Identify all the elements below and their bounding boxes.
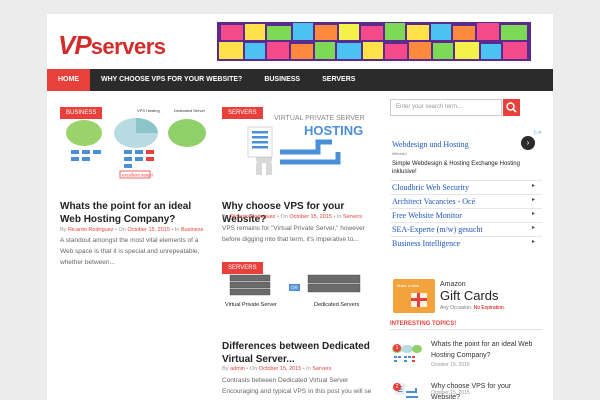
nav-home[interactable]: Home xyxy=(47,69,90,91)
post-meta: By admin • On October 15, 2015 • In Serv… xyxy=(222,366,331,372)
ad-link[interactable]: Business Intelligence ▸ xyxy=(390,236,542,250)
post-excerpt: Contrasts between Dedicated Virtual Serv… xyxy=(222,377,372,395)
meta-on: • On xyxy=(113,227,128,233)
category-link[interactable]: Business xyxy=(181,227,203,233)
topic-date: October 15, 2015 xyxy=(431,390,470,396)
post-title[interactable]: Whats the point for an ideal Web Hosting… xyxy=(60,200,210,226)
thumb-label-right: Dedicated Servers xyxy=(314,302,359,308)
topic-number-badge: 2 xyxy=(393,383,401,391)
thumb-label-line1: VIRTUAL PRIVATE SERVER xyxy=(274,115,365,122)
meta-prefix: By xyxy=(60,227,68,233)
gift-card-ad[interactable]: Make a wish Amazon Gift Cards Any Occasi… xyxy=(393,279,543,315)
search-input[interactable]: Enter your search term... xyxy=(390,99,502,116)
meta-in: • In xyxy=(169,227,181,233)
nav-business[interactable]: Business xyxy=(253,69,311,91)
topic-number-badge: 1 xyxy=(393,344,401,352)
category-badge[interactable]: Servers xyxy=(222,262,263,274)
chevron-right-icon: ▸ xyxy=(531,183,535,189)
chevron-right-icon: ▸ xyxy=(531,211,535,217)
meta-on: • On xyxy=(275,214,290,220)
gift-title: Gift Cards xyxy=(440,288,499,303)
category-link[interactable]: Servers xyxy=(343,214,362,220)
category-badge[interactable]: Business xyxy=(60,107,103,119)
ad-top: ▷✕ Webdesign und Hosting Mittwald › xyxy=(390,130,542,160)
thumb-label-line2: HOSTING xyxy=(304,123,363,138)
ad-advertiser: Mittwald xyxy=(392,151,407,156)
thumb-label-dedicated: Dedicated Server xyxy=(174,108,206,113)
page-wrapper: VPservers HOME WHY CHOOSE VPS FOR YOUR W… xyxy=(47,14,553,400)
sidebar-topic-item[interactable]: 2 Why choose VPS for your Website? Octob… xyxy=(390,378,542,400)
header-banner-image[interactable] xyxy=(217,22,531,61)
nav-servers[interactable]: Servers xyxy=(311,69,366,91)
divider xyxy=(390,329,542,330)
logo-servers: servers xyxy=(90,34,166,59)
post-card: VPS Hosting Dedicated Server excellent v… xyxy=(60,107,210,277)
sidebar-heading: INTERESTING TOPICS! xyxy=(390,321,457,327)
gift-card-image: Make a wish xyxy=(393,279,435,313)
gift-tagline: Any Occasion. No Expiration. xyxy=(440,305,505,311)
post-meta: By Ricardo Rodriguez • On October 15, 20… xyxy=(222,214,362,220)
meta-on: • On xyxy=(244,366,259,372)
gift-tag-expiration: No Expiration. xyxy=(473,305,506,311)
ad-link-label: Cloudbric Web Security xyxy=(392,183,469,192)
gift-tag-occasion: Any Occasion. xyxy=(440,305,474,311)
meta-prefix: By xyxy=(222,214,230,220)
ad-link-label: Free Website Monitor xyxy=(392,211,462,220)
author-link[interactable]: admin xyxy=(230,366,245,372)
search-icon xyxy=(506,102,517,113)
ad-link[interactable]: Architect Vacancies - Océ ▸ xyxy=(390,194,542,208)
post-card: OR Virtual Private Server Dedicated Serv… xyxy=(222,262,372,400)
ad-link[interactable]: Cloudbric Web Security ▸ xyxy=(390,180,542,194)
thumb-label-value: excellent value! xyxy=(122,173,153,178)
sidebar-topic-item[interactable]: 1 Whats the point for an ideal Web Hosti… xyxy=(390,339,542,375)
ad-headline[interactable]: Webdesign und Hosting xyxy=(392,140,469,149)
thumb-label-left: Virtual Private Server xyxy=(225,302,277,308)
chevron-right-icon: ▸ xyxy=(531,197,535,203)
post-meta: By Ricardo Rodriguez • On October 15, 20… xyxy=(60,227,203,233)
meta-in: • In xyxy=(331,214,343,220)
post-excerpt: VPS remains for "Virtual Private Server,… xyxy=(222,225,365,243)
post-excerpt: A standout amongst the most vital elemen… xyxy=(60,237,200,266)
meta-prefix: By xyxy=(222,366,230,372)
author-link[interactable]: Ricardo Rodriguez xyxy=(230,214,276,220)
site-logo[interactable]: VPservers xyxy=(58,30,166,60)
thumb-label-or: OR xyxy=(291,286,299,292)
date-link[interactable]: October 15, 2015 xyxy=(127,227,170,233)
topic-date: October 15, 2015 xyxy=(431,362,470,368)
ad-link-label: Business Intelligence xyxy=(392,239,461,248)
ad-link-label: SEA-Experte (m/w) gesucht xyxy=(392,225,483,234)
ad-description[interactable]: Simple Webdesign & Hosting Exchange Host… xyxy=(390,160,542,180)
category-badge[interactable]: Servers xyxy=(222,107,263,119)
nav-why-choose-vps[interactable]: Why Choose VPS for your Website? xyxy=(90,69,253,91)
chevron-right-icon: ▸ xyxy=(531,239,535,245)
ad-link-label: Architect Vacancies - Océ xyxy=(392,197,476,206)
date-link[interactable]: October 15, 2015 xyxy=(289,214,332,220)
thumb-label-vps: VPS Hosting xyxy=(137,108,160,113)
author-link[interactable]: Ricardo Rodriguez xyxy=(68,227,114,233)
logo-vp: VP xyxy=(58,30,92,60)
category-link[interactable]: Servers xyxy=(312,366,331,372)
ad-link[interactable]: SEA-Experte (m/w) gesucht ▸ xyxy=(390,222,542,236)
main-nav: Home Why Choose VPS for your Website? Bu… xyxy=(47,69,553,91)
ad-link[interactable]: Free Website Monitor ▸ xyxy=(390,208,542,222)
adchoices-icon[interactable]: ▷✕ xyxy=(534,130,542,136)
ad-arrow-button[interactable]: › xyxy=(521,136,535,150)
gift-brand: Amazon xyxy=(440,281,466,288)
chevron-right-icon: ▸ xyxy=(531,225,535,231)
post-title[interactable]: Differences between Dedicated Virtual Se… xyxy=(222,340,372,366)
post-card: VIRTUAL PRIVATE SERVER HOSTING Servers W… xyxy=(222,107,372,247)
ad-block: ▷✕ Webdesign und Hosting Mittwald › Simp… xyxy=(390,130,542,250)
date-link[interactable]: October 15, 2015 xyxy=(259,366,302,372)
meta-in: • In xyxy=(301,366,313,372)
topic-title[interactable]: Whats the point for an ideal Web Hosting… xyxy=(431,339,536,361)
search-button[interactable] xyxy=(503,99,520,116)
